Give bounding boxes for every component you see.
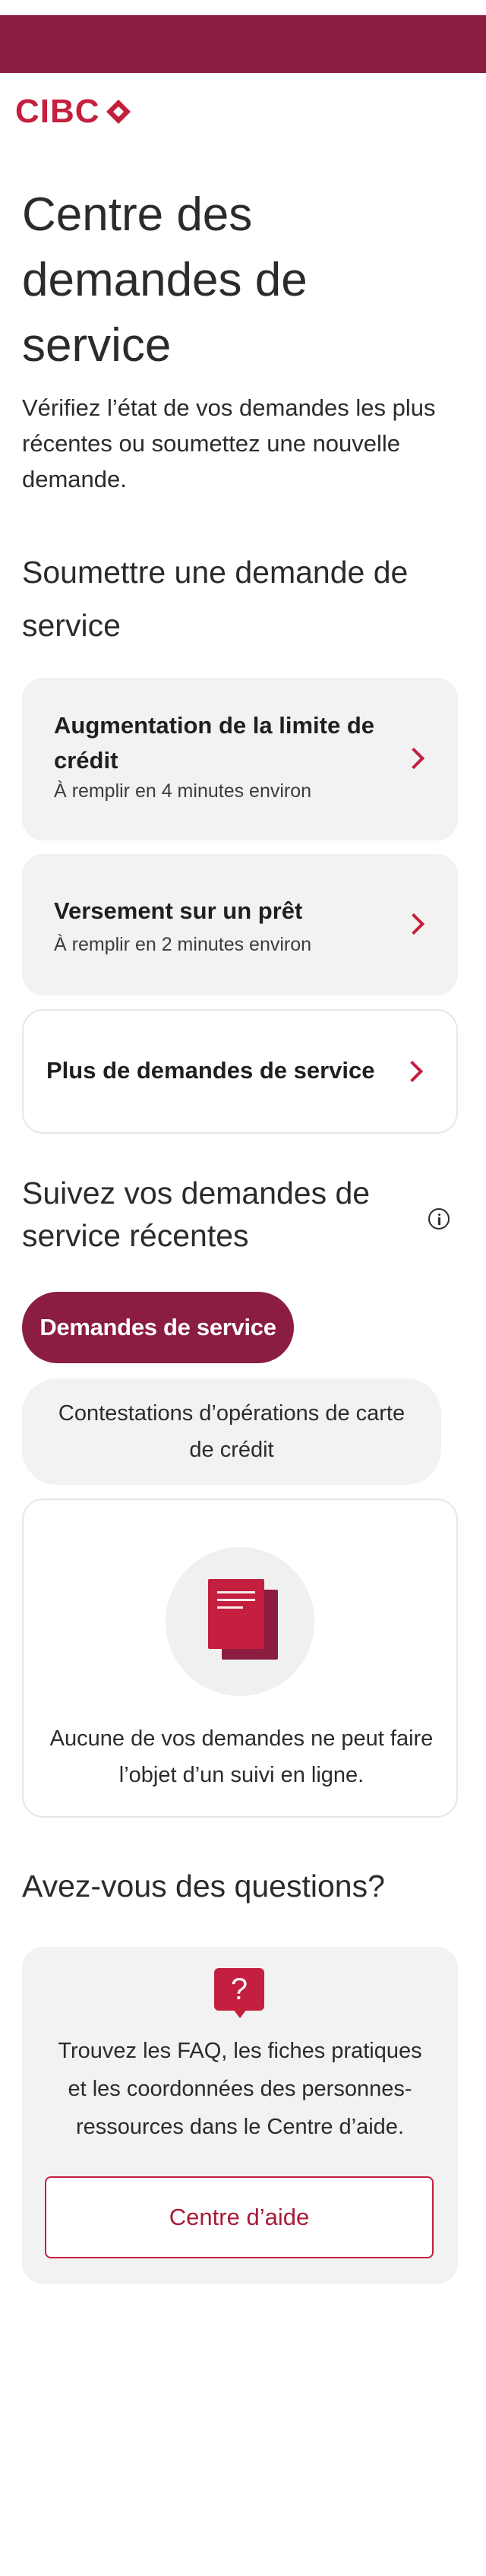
logo-text: CIBC [15, 93, 100, 130]
empty-state-card: Aucune de vos demandes ne peut faire l’o… [22, 1498, 458, 1818]
card-title: Plus de demandes de service [46, 1057, 375, 1084]
help-section-heading: Avez-vous des questions? [22, 1869, 385, 1904]
top-banner [0, 15, 486, 73]
cibc-logo[interactable]: CIBC [15, 93, 132, 131]
cibc-diamond-icon [106, 100, 131, 124]
card-title: Augmentation de la limite de crédit [54, 712, 374, 774]
chevron-right-icon [401, 1060, 424, 1083]
page-title: Centre des demandes de service [22, 188, 308, 372]
tab-service-requests[interactable]: Demandes de service [22, 1292, 294, 1363]
chevron-right-icon [402, 747, 425, 770]
tab-credit-card-disputes[interactable]: Contestations d’opérations de carte de c… [22, 1378, 441, 1485]
submit-section-heading: Soumettre une demande de service [22, 555, 409, 643]
chevron-right-icon [402, 913, 425, 935]
loan-payment-card[interactable]: Versement sur un prêt À remplir en 2 min… [22, 854, 458, 995]
info-icon[interactable] [428, 1208, 450, 1229]
card-subtitle: À remplir en 4 minutes environ [54, 780, 312, 802]
question-icon: ? [214, 1968, 264, 2011]
credit-limit-increase-card[interactable]: Augmentation de la limite de crédit À re… [22, 678, 458, 840]
help-text: Trouvez les FAQ, les fiches pratiques et… [58, 2039, 422, 2139]
card-subtitle: À remplir en 2 minutes environ [54, 934, 312, 955]
card-title: Versement sur un prêt [54, 897, 303, 924]
help-card: ? Trouvez les FAQ, les fiches pratiques … [22, 1947, 458, 2284]
documents-icon [166, 1547, 314, 1696]
empty-state-message: Aucune de vos demandes ne peut faire l’o… [49, 1726, 434, 1787]
page-intro: Vérifiez l’état de vos demandes les plus… [22, 394, 436, 492]
track-section-heading: Suivez vos demandes de service récentes [22, 1176, 371, 1253]
more-service-requests-card[interactable]: Plus de demandes de service [22, 1009, 458, 1134]
help-centre-button[interactable]: Centre d’aide [45, 2176, 434, 2258]
